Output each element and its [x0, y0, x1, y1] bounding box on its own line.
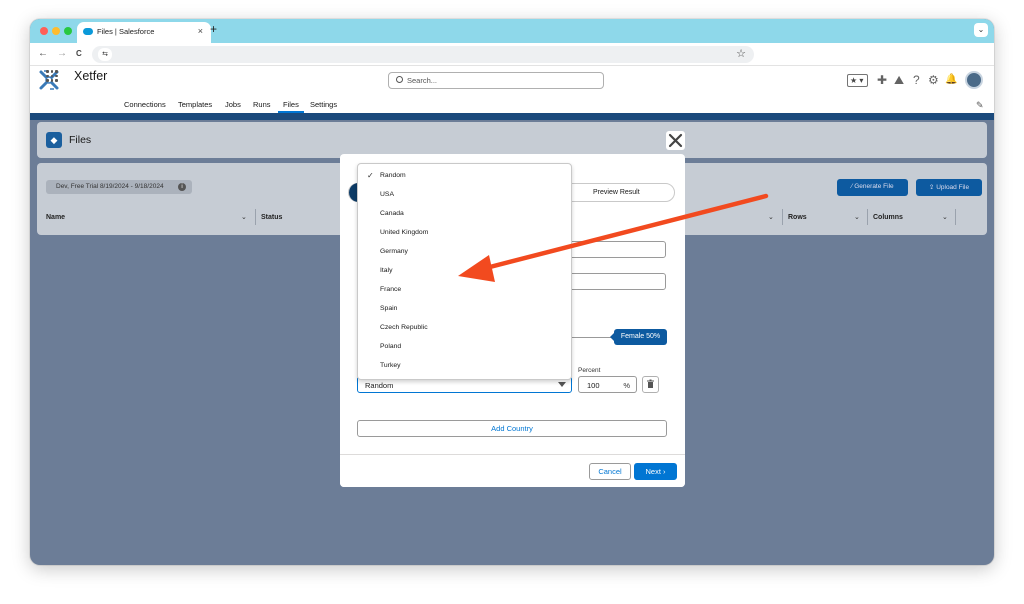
text-field[interactable]: [569, 273, 666, 290]
dropdown-option[interactable]: Germany: [358, 242, 571, 261]
dropdown-option[interactable]: Canada: [358, 204, 571, 223]
gender-slider-track[interactable]: [569, 337, 612, 338]
tab-title: Files | Salesforce: [97, 27, 155, 36]
trial-badge: Dev, Free Trial 8/19/2024 - 9/18/2024 i: [46, 180, 192, 194]
percent-input[interactable]: 100 %: [578, 376, 637, 393]
search-icon: [396, 76, 403, 83]
generate-file-label: Generate File: [854, 183, 894, 190]
trial-text: Dev, Free Trial 8/19/2024 - 9/18/2024: [56, 183, 164, 190]
info-icon[interactable]: i: [178, 183, 186, 191]
percent-label: Percent: [578, 367, 601, 374]
nav-item-runs[interactable]: Runs: [253, 100, 271, 109]
global-add-icon[interactable]: ✚: [877, 73, 887, 87]
dropdown-option[interactable]: Spain: [358, 299, 571, 318]
app-name: Xetfer: [74, 69, 108, 83]
tab-close-icon[interactable]: ×: [198, 26, 203, 36]
files-object-icon: ◆: [46, 132, 62, 148]
dropdown-option[interactable]: Italy: [358, 261, 571, 280]
modal-close-button[interactable]: [666, 131, 685, 150]
nav-item-jobs[interactable]: Jobs: [225, 100, 241, 109]
add-country-button[interactable]: Add Country: [357, 420, 667, 437]
percent-symbol: %: [623, 381, 630, 390]
trailhead-icon[interactable]: ⛰: [894, 73, 904, 87]
chevron-down-icon[interactable]: ⌄: [942, 213, 948, 221]
search-placeholder: Search...: [407, 76, 438, 85]
percent-value: 100: [587, 381, 600, 390]
modal-footer: Cancel Next ›: [340, 454, 685, 487]
close-icon: [668, 133, 683, 148]
browser-tab-bar: Files | Salesforce × + ⌄: [30, 19, 994, 43]
zoom-window-dot[interactable]: [64, 27, 72, 35]
notifications-bell-icon[interactable]: 🔔: [945, 73, 957, 87]
dropdown-option[interactable]: Czech Republic: [358, 318, 571, 337]
upload-file-button[interactable]: ⇪ Upload File: [916, 179, 982, 196]
page-title: Files: [69, 134, 92, 146]
chevron-down-icon[interactable]: ⌄: [768, 213, 774, 221]
dropdown-option[interactable]: USA: [358, 185, 571, 204]
option-label: Random: [380, 172, 406, 179]
generate-file-button[interactable]: ⁄ Generate File: [837, 179, 908, 196]
check-icon: ✓: [367, 171, 374, 180]
favorites-star-icon[interactable]: ★ ▾: [847, 74, 868, 87]
global-search-input[interactable]: Search...: [388, 72, 604, 89]
dropdown-option[interactable]: France: [358, 280, 571, 299]
next-label: Next: [645, 467, 661, 476]
reload-icon[interactable]: C: [76, 49, 82, 58]
browser-tab[interactable]: Files | Salesforce ×: [77, 22, 211, 43]
column-divider: [955, 209, 956, 225]
tab-search-dropdown-icon[interactable]: ⌄: [974, 23, 988, 37]
dropdown-option[interactable]: ✓ Random: [358, 166, 571, 185]
address-bar[interactable]: ⇆ ☆: [92, 46, 754, 63]
wizard-step-preview[interactable]: Preview Result: [593, 189, 640, 196]
user-avatar[interactable]: [965, 71, 983, 89]
help-icon[interactable]: ?: [913, 73, 920, 87]
site-info-icon[interactable]: ⇆: [98, 48, 112, 61]
dropdown-option[interactable]: Poland: [358, 337, 571, 356]
dropdown-option[interactable]: Turkey: [358, 356, 571, 375]
back-arrow-icon[interactable]: ←: [38, 48, 48, 59]
nav-item-settings[interactable]: Settings: [310, 100, 337, 109]
column-divider: [867, 209, 868, 225]
salesforce-header: Search... ★ ▾ ✚ ⛰ ? ⚙ 🔔: [30, 66, 994, 113]
new-tab-button[interactable]: +: [210, 22, 217, 36]
edit-nav-pencil-icon[interactable]: ✎: [976, 100, 984, 111]
column-header-rows[interactable]: Rows: [788, 214, 807, 221]
bookmark-star-icon[interactable]: ☆: [736, 47, 746, 60]
column-header-status[interactable]: Status: [261, 214, 282, 221]
next-button[interactable]: Next ›: [634, 463, 677, 480]
delete-country-button[interactable]: [642, 376, 659, 393]
close-window-dot[interactable]: [40, 27, 48, 35]
text-field[interactable]: [569, 241, 666, 258]
dropdown-arrow-icon: [558, 382, 566, 387]
header-brand-band: [30, 113, 994, 120]
column-divider: [782, 209, 783, 225]
trash-icon: [647, 379, 654, 388]
page-header-card: ◆ Files: [37, 122, 987, 158]
salesforce-cloud-icon: [83, 28, 93, 35]
column-header-columns[interactable]: Columns: [873, 214, 903, 221]
column-divider: [255, 209, 256, 225]
chevron-down-icon[interactable]: ⌄: [854, 213, 860, 221]
country-dropdown-list: ✓ Random USA Canada United Kingdom Germa…: [357, 163, 572, 380]
column-header-name[interactable]: Name: [46, 214, 65, 221]
upload-file-label: Upload File: [936, 184, 970, 191]
nav-item-connections[interactable]: Connections: [124, 100, 166, 109]
chevron-right-icon: ›: [663, 467, 666, 476]
minimize-window-dot[interactable]: [52, 27, 60, 35]
browser-window: Files | Salesforce × + ⌄ ← → C ⇆ ☆ Searc…: [30, 19, 994, 565]
app-launcher-grid-icon[interactable]: [46, 70, 58, 82]
browser-toolbar: ← → C ⇆ ☆: [30, 43, 994, 66]
country-select-value: Random: [365, 381, 394, 390]
nav-item-templates[interactable]: Templates: [178, 100, 212, 109]
chevron-down-icon[interactable]: ⌄: [241, 213, 247, 221]
nav-item-files[interactable]: Files: [283, 100, 299, 109]
gender-ratio-badge: Female 50%: [610, 329, 667, 345]
dropdown-option[interactable]: United Kingdom: [358, 223, 571, 242]
cancel-button[interactable]: Cancel: [589, 463, 631, 480]
forward-arrow-icon[interactable]: →: [57, 48, 67, 59]
setup-gear-icon[interactable]: ⚙: [928, 73, 939, 87]
